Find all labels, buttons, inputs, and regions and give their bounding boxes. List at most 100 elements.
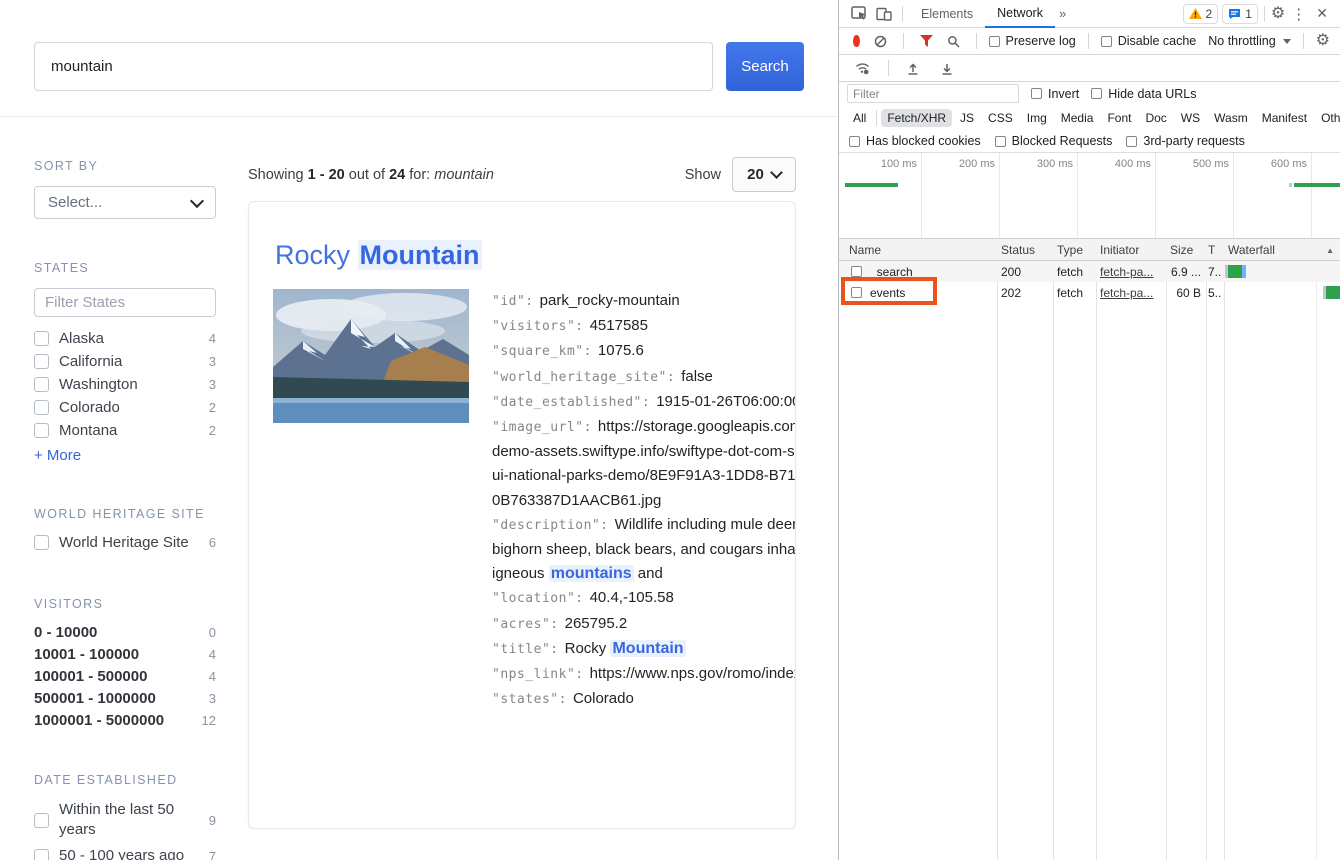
checkbox[interactable] [1126, 136, 1137, 147]
clear-icon[interactable] [870, 35, 891, 48]
export-har-icon[interactable] [937, 62, 957, 75]
col-time[interactable]: T [1206, 243, 1224, 257]
type-filter-js[interactable]: JS [954, 109, 980, 127]
col-initiator[interactable]: Initiator [1096, 243, 1166, 257]
facet-count: 2 [209, 423, 216, 438]
network-settings-gear-icon[interactable]: ⚙ [1316, 33, 1330, 49]
more-link[interactable]: + More [34, 447, 216, 464]
type-filter-media[interactable]: Media [1055, 109, 1100, 127]
facet-option-montana[interactable]: Montana 2 [34, 422, 216, 439]
issues-badge[interactable]: 1 [1222, 4, 1258, 24]
type-filter-ws[interactable]: WS [1175, 109, 1206, 127]
warnings-badge[interactable]: 2 [1183, 4, 1219, 24]
visitors-label: VISITORS [34, 597, 216, 611]
checkbox[interactable] [34, 400, 49, 415]
col-size[interactable]: Size [1166, 243, 1206, 257]
checkbox[interactable] [995, 136, 1006, 147]
visitors-range-3[interactable]: 100001 - 500000 4 [34, 668, 216, 685]
checkbox[interactable] [34, 354, 49, 369]
hide-data-urls-checkbox[interactable]: Hide data URLs [1091, 87, 1196, 101]
col-name[interactable]: Name [839, 243, 997, 257]
facet-option-50-100-years[interactable]: 50 - 100 years ago 7 [34, 846, 216, 860]
blocked-requests-checkbox[interactable]: Blocked Requests [995, 134, 1113, 148]
tab-network[interactable]: Network [985, 0, 1055, 28]
throttling-select[interactable]: No throttling [1208, 34, 1290, 48]
col-status[interactable]: Status [997, 243, 1053, 257]
import-har-icon[interactable] [903, 62, 923, 75]
more-tabs-icon[interactable]: » [1055, 6, 1070, 21]
sort-select[interactable]: Select... [34, 186, 216, 219]
column-divider[interactable] [1096, 239, 1097, 860]
checkbox[interactable] [34, 331, 49, 346]
facet-option-world-heritage[interactable]: World Heritage Site 6 [34, 534, 216, 551]
filter-funnel-icon[interactable] [916, 35, 937, 47]
waterfall-gridline [1316, 239, 1317, 860]
filter-states-input[interactable] [34, 288, 216, 317]
checkbox[interactable] [1031, 88, 1042, 99]
type-filter-manifest[interactable]: Manifest [1256, 109, 1313, 127]
checkbox[interactable] [1101, 36, 1112, 47]
facet-option-last-50-years[interactable]: Within the last 50 years 9 [34, 800, 216, 840]
checkbox[interactable] [1091, 88, 1102, 99]
sort-ascending-icon[interactable]: ▲ [1326, 246, 1334, 255]
checkbox[interactable] [34, 849, 49, 860]
tab-elements[interactable]: Elements [909, 0, 985, 28]
type-filter-css[interactable]: CSS [982, 109, 1019, 127]
type-filter-fetch-xhr[interactable]: Fetch/XHR [881, 109, 952, 127]
request-type-filters: All Fetch/XHR JS CSS Img Media Font Doc … [839, 105, 1340, 130]
type-filter-font[interactable]: Font [1101, 109, 1137, 127]
inspect-element-icon[interactable] [847, 6, 872, 21]
column-divider[interactable] [1166, 239, 1167, 860]
record-button[interactable] [853, 35, 860, 47]
type-filter-other[interactable]: Other [1315, 109, 1340, 127]
request-initiator-link[interactable]: fetch-pa... [1096, 265, 1166, 279]
column-divider[interactable] [997, 239, 998, 860]
request-initiator-link[interactable]: fetch-pa... [1096, 286, 1166, 300]
column-divider[interactable] [1224, 239, 1225, 860]
col-type[interactable]: Type [1053, 243, 1096, 257]
visitors-range-5[interactable]: 1000001 - 5000000 12 [34, 712, 216, 729]
facet-option-washington[interactable]: Washington 3 [34, 376, 216, 393]
type-filter-wasm[interactable]: Wasm [1208, 109, 1254, 127]
search-icon[interactable] [943, 35, 964, 48]
disable-cache-checkbox[interactable]: Disable cache [1101, 34, 1197, 48]
visitors-range-2[interactable]: 10001 - 100000 4 [34, 646, 216, 663]
column-divider[interactable] [1206, 239, 1207, 860]
type-filter-doc[interactable]: Doc [1139, 109, 1172, 127]
preserve-log-checkbox[interactable]: Preserve log [989, 34, 1076, 48]
facet-option-alaska[interactable]: Alaska 4 [34, 330, 216, 347]
waterfall-cell[interactable] [1224, 261, 1340, 282]
checkbox[interactable] [34, 423, 49, 438]
facet-option-colorado[interactable]: Colorado 2 [34, 399, 216, 416]
device-toolbar-icon[interactable] [872, 7, 896, 21]
checkbox[interactable] [34, 535, 49, 550]
page-size-select[interactable]: 20 [732, 157, 796, 192]
facet-option-california[interactable]: California 3 [34, 353, 216, 370]
type-filter-img[interactable]: Img [1021, 109, 1053, 127]
checkbox[interactable] [989, 36, 1000, 47]
search-input[interactable] [34, 42, 713, 91]
type-filter-all[interactable]: All [847, 109, 872, 127]
settings-gear-icon[interactable]: ⚙ [1271, 6, 1285, 22]
invert-checkbox[interactable]: Invert [1031, 87, 1079, 101]
checkbox[interactable] [849, 136, 860, 147]
third-party-checkbox[interactable]: 3rd-party requests [1126, 134, 1244, 148]
facet-label: California [59, 353, 122, 370]
search-button[interactable]: Search [726, 42, 804, 91]
network-conditions-icon[interactable] [851, 62, 874, 75]
result-title[interactable]: Rocky Mountain [275, 240, 771, 271]
network-filter-input[interactable] [847, 84, 1019, 103]
checkbox[interactable] [34, 813, 49, 828]
timeline-tick-label: 400 ms [1075, 158, 1151, 170]
close-icon[interactable]: ✕ [1312, 5, 1332, 22]
blocked-cookies-checkbox[interactable]: Has blocked cookies [849, 134, 981, 148]
visitors-range-4[interactable]: 500001 - 1000000 3 [34, 690, 216, 707]
checkbox[interactable] [851, 266, 862, 277]
visitors-range-1[interactable]: 0 - 10000 0 [34, 624, 216, 641]
kebab-menu-icon[interactable]: ⋮ [1285, 5, 1312, 23]
col-waterfall[interactable]: Waterfall [1224, 243, 1340, 257]
network-overview-timeline[interactable]: 100 ms 200 ms 300 ms 400 ms 500 ms 600 m… [839, 152, 1340, 239]
checkbox[interactable] [34, 377, 49, 392]
waterfall-cell[interactable] [1224, 282, 1340, 303]
column-divider[interactable] [1053, 239, 1054, 860]
